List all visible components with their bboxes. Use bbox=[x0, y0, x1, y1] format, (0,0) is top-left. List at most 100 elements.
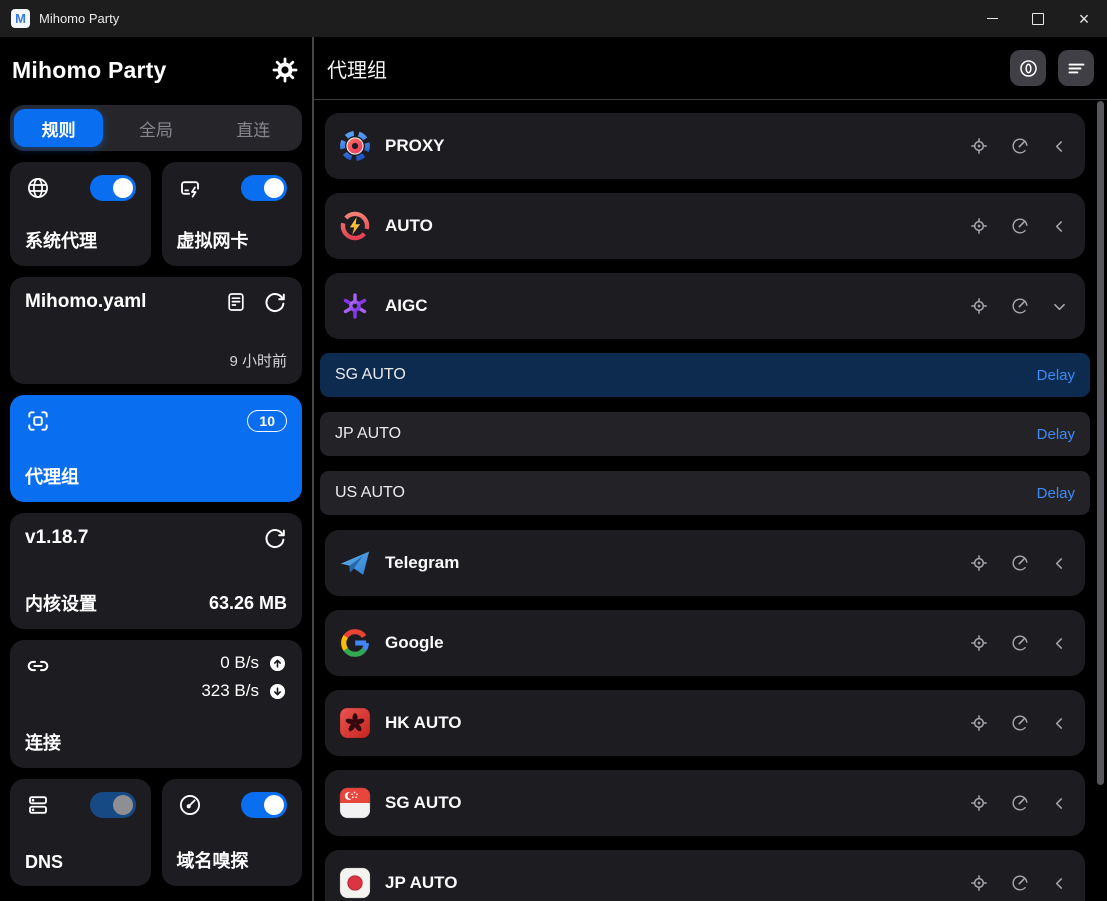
tun-label: 虚拟网卡 bbox=[177, 227, 288, 253]
maximize-button[interactable] bbox=[1015, 0, 1061, 37]
node-name: US AUTO bbox=[335, 484, 1037, 502]
dns-server-icon bbox=[25, 792, 51, 818]
locate-icon[interactable] bbox=[969, 296, 989, 316]
group-logo-icon bbox=[338, 546, 372, 580]
speedtest-icon[interactable] bbox=[1010, 793, 1030, 813]
proxy-group-count-badge: 10 bbox=[247, 410, 287, 432]
settings-button[interactable] bbox=[272, 57, 298, 83]
speedtest-icon[interactable] bbox=[1010, 296, 1030, 316]
locate-icon[interactable] bbox=[969, 873, 989, 893]
locate-icon[interactable] bbox=[969, 713, 989, 733]
expand-chevron-icon[interactable] bbox=[1051, 555, 1068, 572]
titlebar: M Mihomo Party × bbox=[0, 0, 1107, 37]
proxy-node-row[interactable]: US AUTO Delay bbox=[320, 471, 1090, 515]
proxy-group-row[interactable]: JP AUTO bbox=[325, 850, 1085, 901]
outbound-mode-tabs: 规则 全局 直连 bbox=[10, 105, 302, 151]
close-button[interactable]: × bbox=[1061, 0, 1107, 37]
delay-sort-button[interactable] bbox=[1010, 50, 1046, 86]
gear-icon bbox=[272, 57, 298, 83]
sidebar-title: Mihomo Party bbox=[12, 57, 166, 84]
upload-arrow-icon bbox=[268, 654, 287, 673]
profile-edit-button[interactable] bbox=[224, 290, 248, 314]
locate-icon[interactable] bbox=[969, 136, 989, 156]
tun-toggle[interactable] bbox=[241, 175, 287, 201]
speedtest-icon[interactable] bbox=[1010, 873, 1030, 893]
profile-card[interactable]: Mihomo.yaml 9 小时前 bbox=[10, 277, 302, 384]
expand-chevron-icon[interactable] bbox=[1051, 715, 1068, 732]
proxy-group-row[interactable]: AUTO bbox=[325, 193, 1085, 259]
speedtest-icon[interactable] bbox=[1010, 216, 1030, 236]
expand-chevron-icon[interactable] bbox=[1051, 875, 1068, 892]
locate-icon[interactable] bbox=[969, 633, 989, 653]
expand-chevron-icon[interactable] bbox=[1051, 298, 1068, 315]
group-logo-icon bbox=[338, 626, 372, 660]
network-card-icon bbox=[177, 175, 203, 201]
profile-refresh-button[interactable] bbox=[263, 290, 287, 314]
proxy-group-row[interactable]: SG AUTO bbox=[325, 770, 1085, 836]
connections-card[interactable]: 0 B/s 323 B/s 连接 bbox=[10, 640, 302, 768]
proxy-group-row[interactable]: Google bbox=[325, 610, 1085, 676]
delay-test-button[interactable]: Delay bbox=[1037, 426, 1075, 443]
core-settings-label: 内核设置 bbox=[25, 590, 97, 616]
speedtest-icon[interactable] bbox=[1010, 633, 1030, 653]
tab-direct[interactable]: 直连 bbox=[209, 109, 298, 147]
proxy-node-row[interactable]: SG AUTO Delay bbox=[320, 353, 1090, 397]
minimize-button[interactable] bbox=[969, 0, 1015, 37]
group-name: Google bbox=[385, 633, 969, 653]
download-speed: 323 B/s bbox=[201, 681, 259, 701]
locate-icon[interactable] bbox=[969, 793, 989, 813]
profile-updated-time: 9 小时前 bbox=[25, 350, 287, 371]
delay-test-button[interactable]: Delay bbox=[1037, 367, 1075, 384]
toggle-thumb bbox=[264, 178, 284, 198]
main-panel: 代理组 PROXY AUTO AIGC bbox=[314, 37, 1107, 901]
proxy-node-row[interactable]: JP AUTO Delay bbox=[320, 412, 1090, 456]
proxy-groups-label: 代理组 bbox=[25, 463, 287, 489]
core-memory-usage: 63.26 MB bbox=[209, 593, 287, 614]
system-proxy-toggle[interactable] bbox=[90, 175, 136, 201]
group-name: SG AUTO bbox=[385, 793, 969, 813]
sidebar-item-proxy-groups[interactable]: 10 代理组 bbox=[10, 395, 302, 502]
core-card[interactable]: v1.18.7 内核设置 63.26 MB bbox=[10, 513, 302, 629]
delay-test-button[interactable]: Delay bbox=[1037, 485, 1075, 502]
system-proxy-card[interactable]: 系统代理 bbox=[10, 162, 151, 266]
expand-chevron-icon[interactable] bbox=[1051, 138, 1068, 155]
dns-toggle[interactable] bbox=[90, 792, 136, 818]
node-name: JP AUTO bbox=[335, 425, 1037, 443]
expand-chevron-icon[interactable] bbox=[1051, 795, 1068, 812]
group-logo-icon bbox=[338, 706, 372, 740]
tab-global[interactable]: 全局 bbox=[111, 109, 200, 147]
app-logo-icon: M bbox=[11, 9, 30, 28]
group-name: HK AUTO bbox=[385, 713, 969, 733]
locate-icon[interactable] bbox=[969, 216, 989, 236]
group-name: AIGC bbox=[385, 296, 969, 316]
sniff-toggle[interactable] bbox=[241, 792, 287, 818]
scrollbar[interactable] bbox=[1097, 101, 1104, 785]
expand-chevron-icon[interactable] bbox=[1051, 218, 1068, 235]
proxy-group-list: PROXY AUTO AIGC SG AUTO Delay JP AUTO De… bbox=[314, 100, 1107, 901]
connections-label: 连接 bbox=[25, 729, 287, 755]
sort-lines-icon bbox=[1066, 58, 1087, 79]
group-name: AUTO bbox=[385, 216, 969, 236]
proxy-group-row[interactable]: HK AUTO bbox=[325, 690, 1085, 756]
core-version: v1.18.7 bbox=[25, 527, 88, 549]
proxy-group-row[interactable]: PROXY bbox=[325, 113, 1085, 179]
group-name: PROXY bbox=[385, 136, 969, 156]
group-logo-icon bbox=[338, 129, 372, 163]
locate-icon[interactable] bbox=[969, 553, 989, 573]
sniff-card[interactable]: 域名嗅探 bbox=[162, 779, 303, 886]
proxy-group-row[interactable]: AIGC bbox=[325, 273, 1085, 339]
toggle-thumb bbox=[264, 795, 284, 815]
speedtest-icon[interactable] bbox=[1010, 713, 1030, 733]
upload-speed: 0 B/s bbox=[220, 653, 259, 673]
speedtest-icon[interactable] bbox=[1010, 136, 1030, 156]
tab-rule[interactable]: 规则 bbox=[14, 109, 103, 147]
expand-chevron-icon[interactable] bbox=[1051, 635, 1068, 652]
speedtest-icon[interactable] bbox=[1010, 553, 1030, 573]
proxy-group-row[interactable]: Telegram bbox=[325, 530, 1085, 596]
list-layout-button[interactable] bbox=[1058, 50, 1094, 86]
tun-card[interactable]: 虚拟网卡 bbox=[162, 162, 303, 266]
group-name: Telegram bbox=[385, 553, 969, 573]
download-arrow-icon bbox=[268, 682, 287, 701]
dns-card[interactable]: DNS bbox=[10, 779, 151, 886]
core-restart-button[interactable] bbox=[263, 526, 287, 550]
